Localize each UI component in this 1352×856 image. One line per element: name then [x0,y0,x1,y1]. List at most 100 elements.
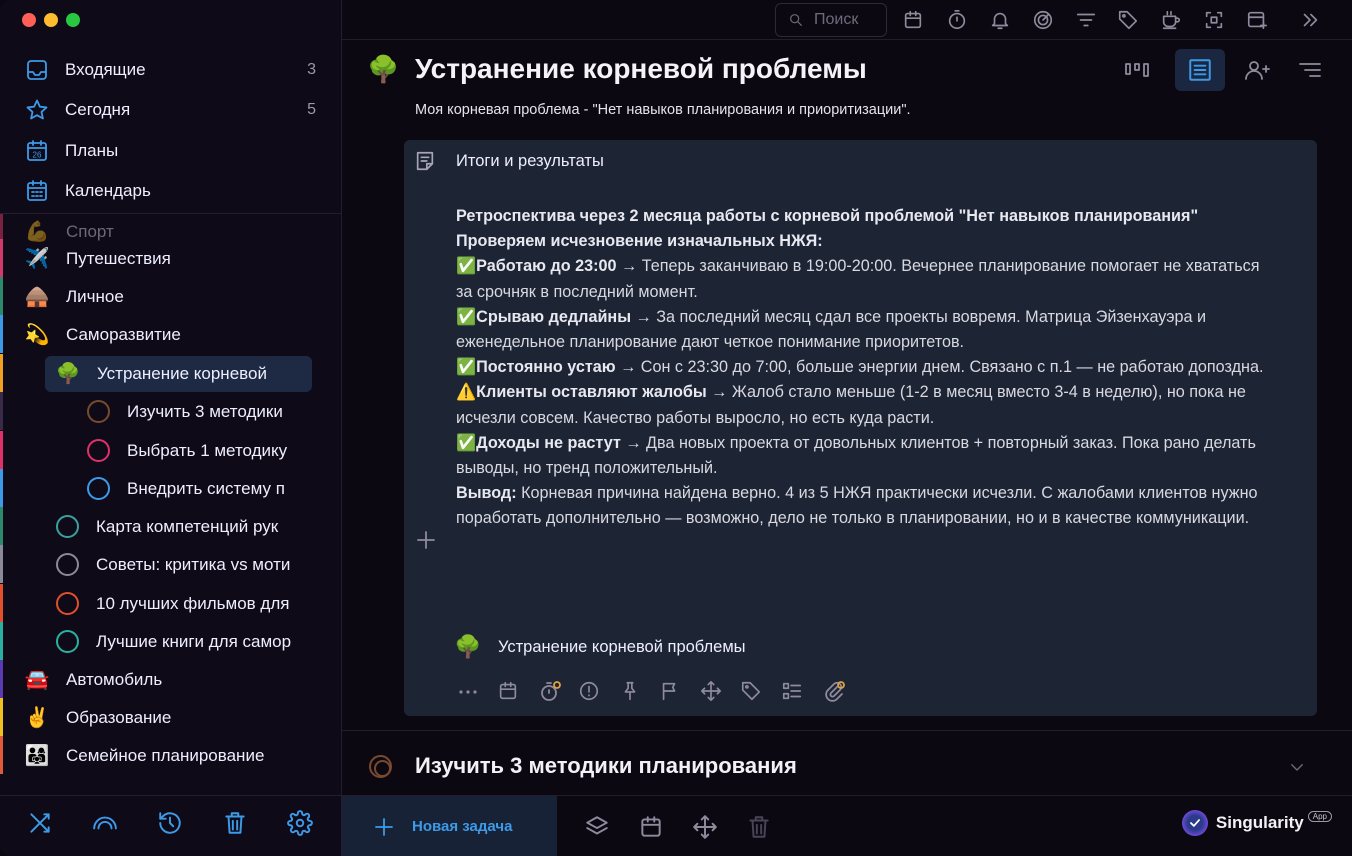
list-view-icon[interactable] [1175,49,1225,91]
tree-item[interactable]: 👨‍👩‍👧 Семейное планирование [0,736,342,774]
color-bar [0,469,3,507]
add-window-icon[interactable] [1246,9,1268,31]
chevron-down-icon[interactable] [1288,758,1306,776]
page-title[interactable]: Устранение корневой проблемы [415,53,867,85]
color-bar [0,660,3,698]
layers-icon[interactable] [584,814,610,840]
note-heading-retrospective: Ретроспектива через 2 месяца работы с ко… [456,207,1199,225]
tree-item-label: Изучить 3 методики [127,402,283,421]
project-emoji: 🌳 [367,54,400,84]
filter-icon[interactable] [1075,9,1097,31]
cup-icon[interactable] [1160,9,1182,31]
star-icon [25,98,49,122]
task-checkbox[interactable] [87,400,110,423]
task-checkbox[interactable] [56,630,79,653]
tree-item[interactable]: Советы: критика vs моти [0,545,342,583]
tree-item-label: 10 лучших фильмов для [96,594,290,613]
search-placeholder: Поиск [814,11,859,28]
add-block-icon[interactable] [416,530,436,550]
task-checkbox[interactable] [369,755,392,778]
task-checkbox[interactable] [87,439,110,462]
brand: Singularity App [1181,810,1332,836]
attach-icon[interactable] [822,680,846,704]
task-checkbox[interactable] [87,477,110,500]
more-icon[interactable] [456,680,480,704]
tree-item-label: Советы: критика vs моти [96,555,291,574]
tag-icon[interactable] [1117,9,1139,31]
tree-item[interactable]: Изучить 3 методики [0,392,342,430]
tree-item-label: Саморазвитие [66,325,181,344]
tree-item[interactable]: ✈️ Путешествия [0,239,342,277]
calendar-icon[interactable] [902,9,924,31]
shuffle-icon[interactable] [27,810,53,836]
bell-icon[interactable] [989,9,1011,31]
calendar-icon[interactable] [497,680,521,704]
task-checkbox[interactable] [56,515,79,538]
tree-item[interactable]: Лучшие книги для самор [0,622,342,660]
nav-plans[interactable]: 26 Планы [0,131,342,171]
collapse-right-icon[interactable] [1299,9,1321,31]
tree-item[interactable]: Внедрить систему п [0,469,342,507]
tree-item[interactable]: Карта компетенций рук [0,507,342,545]
trash-icon[interactable] [746,814,772,840]
timer-icon[interactable] [538,680,562,704]
project-link[interactable]: 🌳 Устранение корневой проблемы [454,634,746,660]
add-user-icon[interactable] [1233,49,1283,91]
timer-icon[interactable] [946,9,968,31]
tree-item[interactable]: 💫 Саморазвитие [0,315,342,353]
tree-item-label: Семейное планирование [66,746,265,765]
rainbow-icon[interactable] [92,810,118,836]
nav-inbox[interactable]: Входящие 3 [0,50,342,90]
tree-item[interactable]: ✌️ Образование [0,698,342,736]
history-icon[interactable] [157,810,183,836]
color-bar [0,354,3,392]
task-checkbox[interactable] [56,553,79,576]
tree-item[interactable]: 🌳 Устранение корневой [0,354,342,392]
settings-gear-icon[interactable] [287,810,313,836]
note-title[interactable]: Итоги и результаты [456,152,604,171]
new-task-button[interactable]: Новая задача [342,796,557,856]
tree-item[interactable]: 🚘 Автомобиль [0,660,342,698]
focus-target-icon[interactable] [1032,9,1054,31]
tree-item[interactable]: 🛖 Личное [0,277,342,315]
calendar-icon[interactable] [638,814,664,840]
flag-icon[interactable] [659,680,683,704]
tree-item[interactable]: Выбрать 1 методику [0,431,342,469]
checklist-icon[interactable] [781,680,805,704]
window-controls [22,13,80,27]
task-checkbox[interactable] [56,592,79,615]
trash-icon[interactable] [222,810,248,836]
svg-text:26: 26 [33,151,42,160]
search-box[interactable]: Поиск [775,3,887,37]
minimize-window-button[interactable] [44,13,58,27]
sort-menu-icon[interactable] [1285,49,1335,91]
color-bar [0,507,3,545]
note-card[interactable]: Итоги и результаты Ретроспектива через 2… [404,140,1317,716]
tree-item-label: Личное [66,287,124,306]
project-emoji: 🛖 [24,286,50,308]
move-icon[interactable] [700,680,724,704]
nav-today[interactable]: Сегодня 5 [0,90,342,130]
color-bar [0,315,3,353]
color-bar [0,277,3,315]
top-toolbar: Поиск [342,0,1352,40]
nav-calendar[interactable]: Календарь [0,171,342,211]
close-window-button[interactable] [22,13,36,27]
priority-icon[interactable] [578,680,602,704]
tree-item[interactable]: 10 лучших фильмов для [0,584,342,622]
maximize-window-button[interactable] [66,13,80,27]
tree-item-label: Автомобиль [66,670,163,689]
tree-item-label: Лучшие книги для самор [96,632,292,651]
color-bar [0,239,3,277]
task-title[interactable]: Изучить 3 методики планирования [415,753,797,779]
page-subtitle[interactable]: Моя корневая проблема - "Нет навыков пла… [415,102,911,118]
inbox-icon [25,58,49,82]
tag-icon[interactable] [740,680,764,704]
scan-icon[interactable] [1203,9,1225,31]
move-icon[interactable] [692,814,718,840]
note-body[interactable]: Ретроспектива через 2 месяца работы с ко… [456,204,1276,532]
kanban-view-icon[interactable] [1112,49,1162,91]
task-row[interactable]: Изучить 3 методики планирования [342,746,1352,792]
pin-icon[interactable] [619,680,643,704]
footer-bar: Новая задача Singularity App [342,795,1352,856]
